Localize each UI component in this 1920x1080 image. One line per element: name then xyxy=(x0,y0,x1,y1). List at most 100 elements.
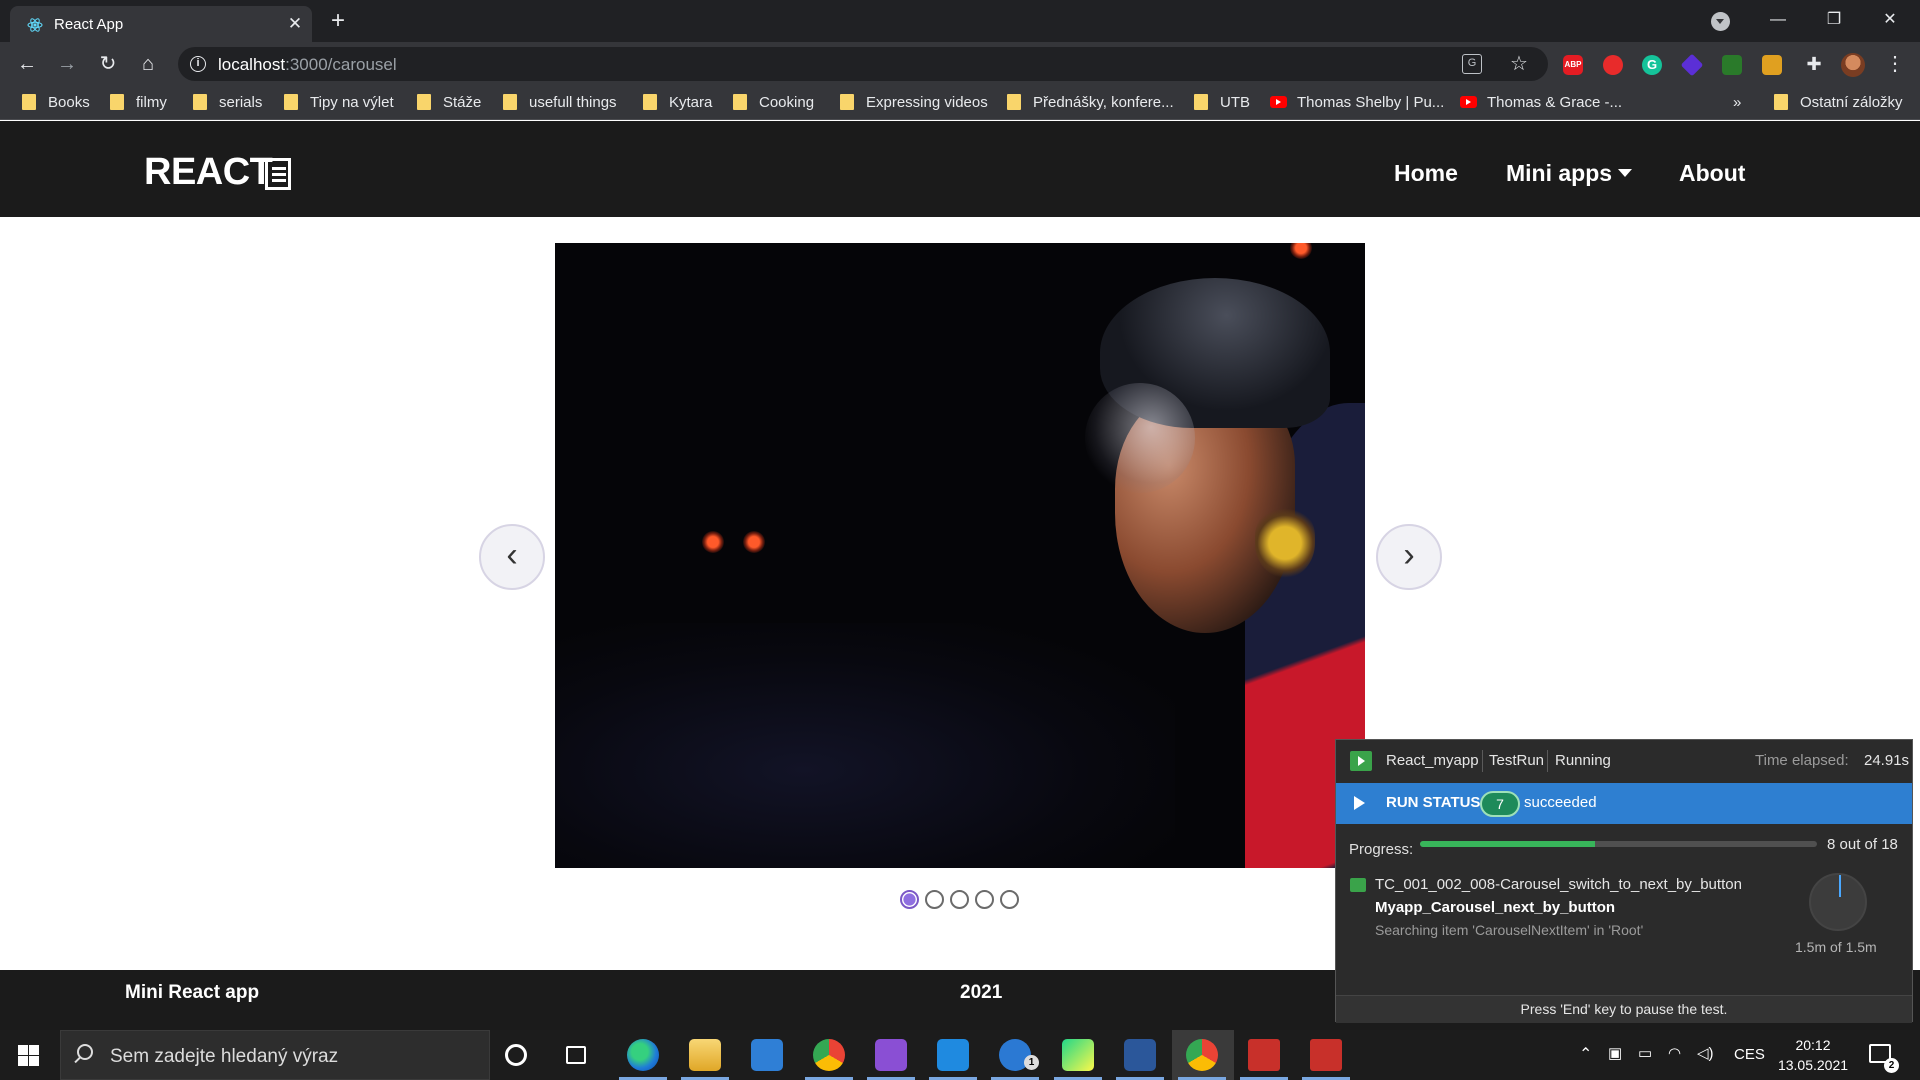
carousel-indicator-4[interactable] xyxy=(975,890,994,909)
slide-arena-light xyxy=(1290,243,1312,259)
carousel-prev-button[interactable]: ‹ xyxy=(479,524,545,590)
pycharm-icon[interactable] xyxy=(1054,1039,1102,1080)
browser-toolbar: ← → ↻ ⌂ i localhost:3000/carousel G ☆ AB… xyxy=(0,42,1920,86)
url-text[interactable]: localhost:3000/carousel xyxy=(218,55,397,75)
cortana-icon[interactable] xyxy=(505,1044,527,1066)
nav-home[interactable]: Home xyxy=(1394,160,1458,187)
profile-avatar[interactable] xyxy=(1841,53,1865,77)
word-icon[interactable] xyxy=(1116,1039,1164,1080)
taskbar-search-box[interactable]: Sem zadejte hledaný výraz xyxy=(60,1030,490,1080)
bookmark-cooking[interactable]: Cooking xyxy=(733,94,814,114)
translate-icon[interactable]: G xyxy=(1462,54,1482,74)
test-runner-header: React_myapp TestRun Running Time elapsed… xyxy=(1336,740,1912,783)
windows-start-icon[interactable] xyxy=(18,1045,39,1066)
wifi-icon[interactable]: ◠ xyxy=(1668,1044,1681,1062)
timeout-text: 1.5m of 1.5m xyxy=(1795,939,1877,955)
bookmark-thomas-shelby[interactable]: Thomas Shelby | Pu... xyxy=(1270,94,1444,114)
grammarly-icon[interactable]: G xyxy=(1642,55,1662,75)
bookmark-label: Expressing videos xyxy=(866,94,988,111)
extension-link-icon[interactable] xyxy=(1762,55,1782,75)
new-tab-button[interactable]: + xyxy=(324,8,352,36)
task-view-icon[interactable] xyxy=(566,1046,586,1064)
bookmark-kytara[interactable]: Kytara xyxy=(643,94,712,114)
progress-label: Progress: xyxy=(1349,841,1414,858)
bookmark-usefull-things[interactable]: usefull things xyxy=(503,94,617,114)
bookmark-label: Thomas Shelby | Pu... xyxy=(1297,94,1445,111)
youtube-icon xyxy=(1460,96,1477,108)
chrome-icon[interactable] xyxy=(805,1039,853,1080)
browser-menu-icon[interactable]: ⋮ xyxy=(1880,49,1910,79)
show-hidden-icons-icon[interactable]: ⌃ xyxy=(1579,1044,1592,1064)
ranorex-studio-icon[interactable] xyxy=(1302,1039,1350,1080)
volume-icon[interactable]: ◁) xyxy=(1697,1044,1714,1062)
extension-bw-icon[interactable] xyxy=(1722,55,1742,75)
battery-icon[interactable]: ▭ xyxy=(1638,1044,1652,1062)
reload-icon[interactable]: ↻ xyxy=(93,49,123,79)
ranorex-icon[interactable] xyxy=(1240,1039,1288,1080)
carousel-indicator-3[interactable] xyxy=(950,890,969,909)
close-window-button[interactable]: ✕ xyxy=(1862,0,1918,40)
run-flag-icon xyxy=(1350,751,1372,771)
address-bar[interactable]: i localhost:3000/carousel G ☆ xyxy=(178,47,1548,81)
bookmark-books[interactable]: Books xyxy=(22,94,90,114)
carousel-indicator-2[interactable] xyxy=(925,890,944,909)
tab-search-icon[interactable] xyxy=(1711,12,1730,31)
chrome-profile-icon[interactable] xyxy=(1178,1039,1226,1080)
minimize-window-button[interactable]: — xyxy=(1750,0,1806,40)
taskbar-clock[interactable]: 20:12 13.05.2021 xyxy=(1776,1035,1850,1075)
bookmark-filmy[interactable]: filmy xyxy=(110,94,167,114)
bookmark-staze[interactable]: Stáže xyxy=(417,94,481,114)
home-icon[interactable]: ⌂ xyxy=(133,49,163,79)
slide-background-haze xyxy=(555,623,1175,868)
other-bookmarks[interactable]: Ostatní záložky xyxy=(1774,94,1903,114)
brand-title[interactable]: REACT xyxy=(144,151,273,194)
brand-logo-icon[interactable] xyxy=(265,158,291,190)
carousel-indicator-5[interactable] xyxy=(1000,890,1019,909)
time-elapsed-label: Time elapsed: xyxy=(1755,752,1849,769)
extension-hand-icon[interactable] xyxy=(1603,55,1623,75)
nav-about[interactable]: About xyxy=(1679,160,1745,187)
bookmark-expressing-videos[interactable]: Expressing videos xyxy=(840,94,988,114)
forward-icon[interactable]: → xyxy=(52,49,82,79)
mail-icon[interactable] xyxy=(751,1039,783,1071)
folder-icon xyxy=(840,94,854,110)
folder-icon xyxy=(643,94,657,110)
vscode-icon[interactable] xyxy=(929,1039,977,1080)
test-case-name: TC_001_002_008-Carousel_switch_to_next_b… xyxy=(1375,876,1742,893)
adblock-plus-icon[interactable]: ABP xyxy=(1563,55,1583,75)
bookmark-thomas-grace[interactable]: Thomas & Grace -... xyxy=(1460,94,1622,114)
nav-mini-apps[interactable]: Mini apps xyxy=(1506,160,1633,187)
close-tab-icon[interactable]: ✕ xyxy=(284,13,306,35)
visual-studio-icon[interactable] xyxy=(867,1039,915,1080)
bookmark-serials[interactable]: serials xyxy=(193,94,262,114)
folder-icon xyxy=(1194,94,1208,110)
progress-bar-fill xyxy=(1420,841,1595,847)
bookmark-prednasky[interactable]: Přednášky, konfere... xyxy=(1007,94,1174,114)
browser-tab[interactable]: React App ✕ xyxy=(10,6,312,42)
bookmark-star-icon[interactable]: ☆ xyxy=(1510,51,1528,76)
bookmark-utb[interactable]: UTB xyxy=(1194,94,1250,114)
carousel-slide-image xyxy=(555,243,1365,868)
run-status-bar: RUN STATUS 7 succeeded xyxy=(1336,783,1912,824)
bookmark-tipy-na-vylet[interactable]: Tipy na výlet xyxy=(284,94,394,114)
notification-count-badge: 2 xyxy=(1884,1058,1899,1073)
progress-count: 8 out of 18 xyxy=(1827,836,1898,853)
edge-icon[interactable] xyxy=(619,1039,667,1080)
project-name: React_myapp xyxy=(1386,752,1479,769)
tray-device-icon[interactable]: ▣ xyxy=(1608,1044,1622,1062)
site-info-icon[interactable]: i xyxy=(190,56,206,72)
carousel-indicator-1[interactable] xyxy=(900,890,919,909)
caret-down-icon xyxy=(1618,169,1633,177)
language-indicator[interactable]: CES xyxy=(1734,1046,1765,1063)
extension-diamond-icon[interactable] xyxy=(1680,53,1704,77)
extensions-puzzle-icon[interactable]: ✚ xyxy=(1799,49,1829,79)
file-explorer-icon[interactable] xyxy=(681,1039,729,1080)
footer-year: 2021 xyxy=(960,982,1003,1003)
play-icon[interactable] xyxy=(1354,796,1365,810)
back-icon[interactable]: ← xyxy=(12,49,42,79)
folder-icon xyxy=(110,94,124,110)
bookmarks-overflow-button[interactable]: » xyxy=(1733,94,1741,114)
clock-date: 13.05.2021 xyxy=(1777,1057,1849,1073)
carousel-next-button[interactable]: › xyxy=(1376,524,1442,590)
restore-window-button[interactable]: ❐ xyxy=(1806,0,1862,40)
